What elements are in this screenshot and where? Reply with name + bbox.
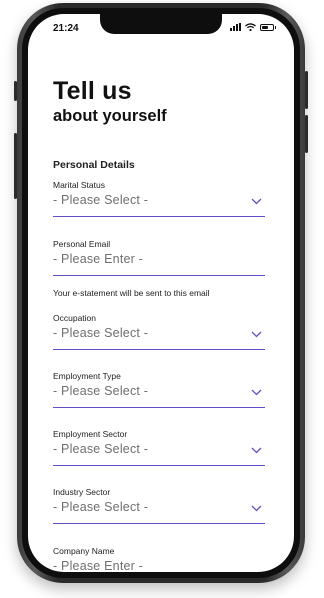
phone-frame: 21:24 Tell us about yourself Personal De… — [14, 3, 308, 583]
field-underline — [53, 216, 265, 217]
occupation-select[interactable]: Occupation - Please Select - — [53, 313, 265, 351]
battery-fill — [262, 25, 268, 29]
chevron-down-icon — [251, 505, 262, 512]
industry-sector-select[interactable]: Industry Sector - Please Select - — [53, 487, 265, 525]
personal-email-field[interactable]: Personal Email - Please Enter - — [53, 239, 265, 277]
company-name-field[interactable]: Company Name - Please Enter - — [53, 546, 265, 572]
field-value: - Please Select - — [53, 500, 149, 514]
chevron-down-icon — [251, 447, 262, 454]
status-icons — [230, 23, 276, 31]
field-underline — [53, 523, 265, 524]
mute-switch — [14, 81, 17, 101]
employment-type-select[interactable]: Employment Type - Please Select - — [53, 371, 265, 409]
field-label: Marital Status — [53, 180, 105, 190]
chevron-down-icon — [251, 389, 262, 396]
field-value: - Please Enter - — [53, 252, 144, 266]
section-title-personal-details: Personal Details — [53, 159, 135, 171]
signal-icon — [230, 23, 241, 31]
wifi-icon — [245, 23, 256, 31]
field-label: Industry Sector — [53, 487, 111, 497]
field-label: Personal Email — [53, 239, 111, 249]
field-underline — [53, 465, 265, 466]
page-title: Tell us — [53, 77, 132, 105]
field-label: Employment Sector — [53, 429, 128, 439]
chevron-down-icon — [251, 198, 262, 205]
field-value: - Please Enter - — [53, 559, 144, 572]
side-button-lower — [305, 115, 308, 153]
notch — [100, 14, 222, 34]
volume-up-button — [14, 133, 17, 199]
field-value: - Please Select - — [53, 384, 149, 398]
field-underline — [53, 275, 265, 276]
chevron-down-icon — [251, 331, 262, 338]
email-helper-text: Your e-statement will be sent to this em… — [53, 288, 210, 298]
page-subtitle: about yourself — [53, 107, 167, 125]
field-underline — [53, 407, 265, 408]
field-underline — [53, 349, 265, 350]
marital-status-select[interactable]: Marital Status - Please Select - — [53, 180, 265, 218]
field-value: - Please Select - — [53, 442, 149, 456]
field-value: - Please Select - — [53, 193, 149, 207]
field-label: Employment Type — [53, 371, 121, 381]
field-value: - Please Select - — [53, 326, 149, 340]
employment-sector-select[interactable]: Employment Sector - Please Select - — [53, 429, 265, 467]
field-label: Company Name — [53, 546, 115, 556]
phone-screen: 21:24 Tell us about yourself Personal De… — [28, 14, 294, 572]
status-time: 21:24 — [53, 23, 79, 34]
field-label: Occupation — [53, 313, 96, 323]
power-button — [305, 71, 308, 109]
battery-icon — [260, 23, 276, 31]
